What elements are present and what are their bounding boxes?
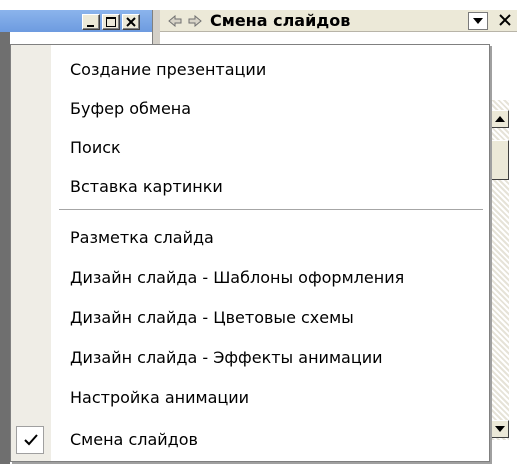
chevron-up-icon xyxy=(495,116,505,122)
menu-item-slide-transition[interactable]: Смена слайдов xyxy=(11,421,489,458)
close-icon xyxy=(126,17,136,27)
scroll-down-button[interactable] xyxy=(491,420,509,438)
task-pane-dropdown-button[interactable] xyxy=(468,12,488,30)
menu-item-label: Дизайн слайда - Эффекты анимации xyxy=(70,348,383,367)
menu-item-clipboard[interactable]: Буфер обмена xyxy=(11,90,489,127)
menu-item-label: Буфер обмена xyxy=(70,99,192,118)
task-pane-title: Смена слайдов xyxy=(210,11,351,30)
menu-item-label: Смена слайдов xyxy=(70,430,198,449)
menu-item-label: Дизайн слайда - Шаблоны оформления xyxy=(70,268,405,287)
minimize-icon xyxy=(87,25,94,27)
left-pane-edge xyxy=(0,32,10,464)
task-pane-menu: Создание презентации Буфер обмена Поиск … xyxy=(10,44,490,462)
maximize-button[interactable] xyxy=(102,14,120,30)
task-pane-close-icon[interactable] xyxy=(498,13,512,27)
menu-item-design-templates[interactable]: Дизайн слайда - Шаблоны оформления xyxy=(11,259,489,296)
minimize-button[interactable] xyxy=(82,14,100,30)
menu-item-insert-clipart[interactable]: Вставка картинки xyxy=(11,168,489,205)
menu-item-slide-layout[interactable]: Разметка слайда xyxy=(11,219,489,256)
chevron-down-icon xyxy=(473,18,483,24)
menu-item-label: Настройка анимации xyxy=(70,388,250,407)
menu-separator xyxy=(59,209,483,210)
menu-item-search[interactable]: Поиск xyxy=(11,129,489,166)
scroll-up-button[interactable] xyxy=(491,110,509,128)
background-document-text xyxy=(0,0,517,10)
menu-item-label: Поиск xyxy=(70,138,121,157)
menu-item-label: Дизайн слайда - Цветовые схемы xyxy=(70,308,354,327)
menu-item-color-schemes[interactable]: Дизайн слайда - Цветовые схемы xyxy=(11,299,489,336)
menu-item-label: Разметка слайда xyxy=(70,228,214,247)
chevron-down-icon xyxy=(495,426,505,432)
close-button[interactable] xyxy=(122,14,140,30)
back-arrow-icon[interactable] xyxy=(168,15,182,27)
scrollbar-thumb[interactable] xyxy=(491,140,509,180)
forward-arrow-icon[interactable] xyxy=(188,15,202,27)
check-icon xyxy=(24,434,38,446)
menu-item-animation-schemes[interactable]: Дизайн слайда - Эффекты анимации xyxy=(11,339,489,376)
menu-item-label: Вставка картинки xyxy=(70,177,223,196)
maximize-icon xyxy=(106,17,116,27)
menu-item-new-presentation[interactable]: Создание презентации xyxy=(11,51,489,88)
menu-check-box xyxy=(16,426,44,454)
menu-item-label: Создание презентации xyxy=(70,60,267,79)
menu-item-custom-animation[interactable]: Настройка анимации xyxy=(11,379,489,416)
